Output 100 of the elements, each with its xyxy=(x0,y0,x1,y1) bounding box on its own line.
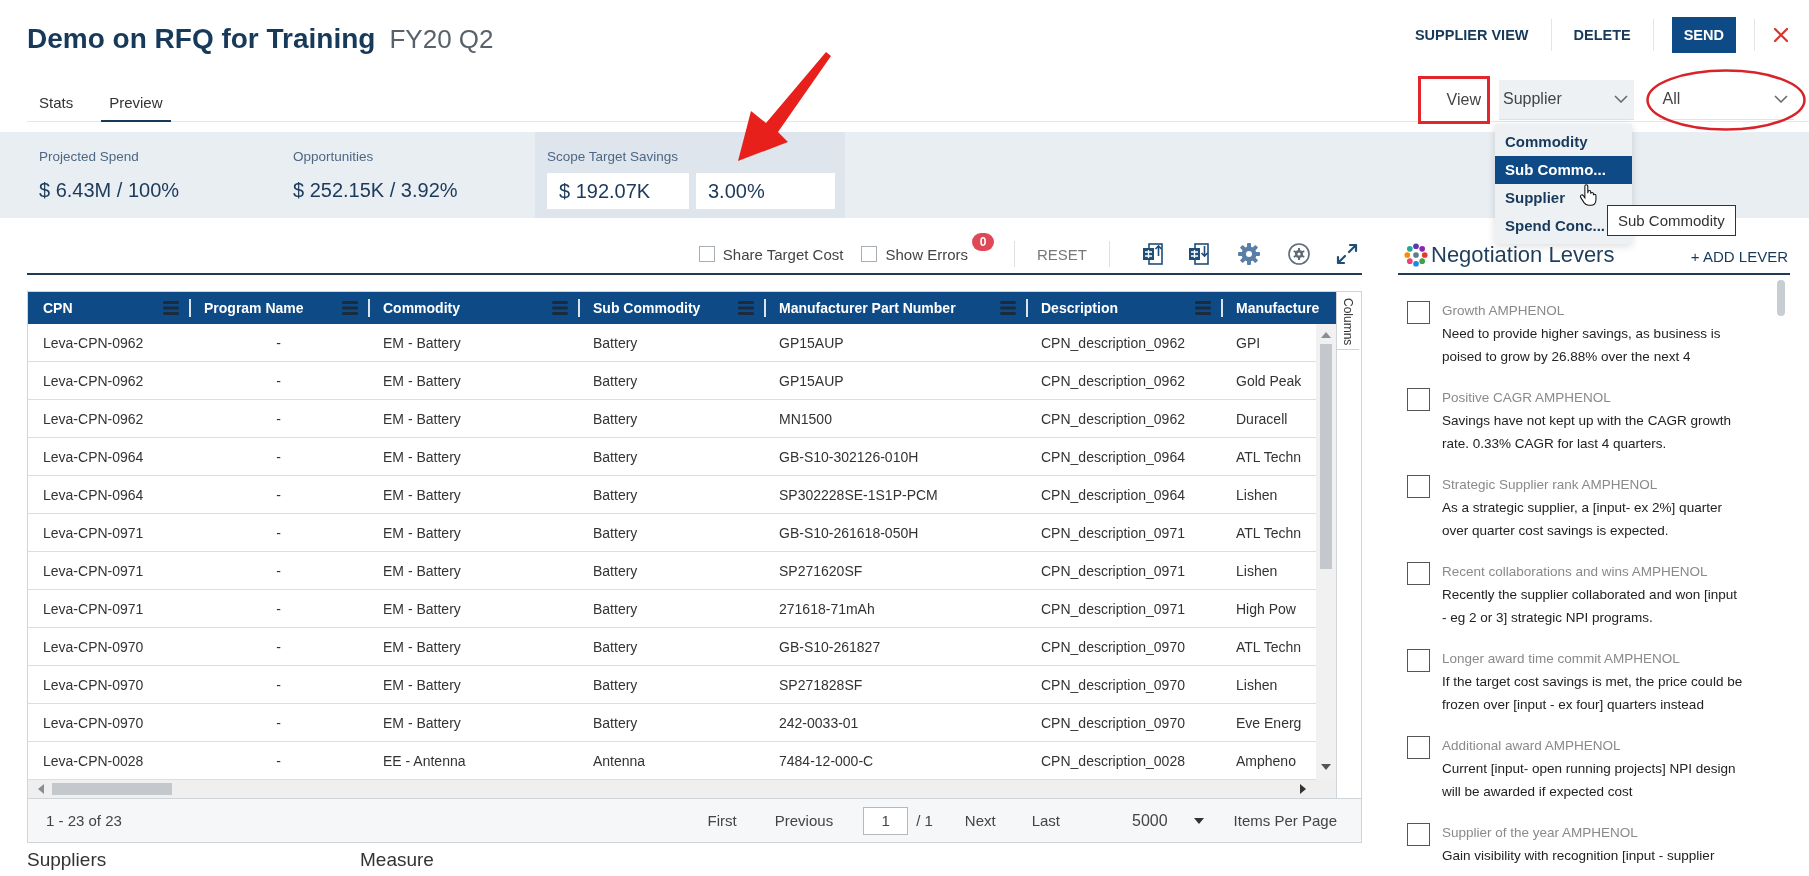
checkbox[interactable] xyxy=(1407,301,1430,324)
link-button[interactable]: DELETE xyxy=(1551,18,1653,52)
value-field[interactable]: 3.00% xyxy=(696,173,835,209)
table-cell: SP271828SF xyxy=(779,676,863,693)
checkbox[interactable] xyxy=(1407,475,1430,498)
caret-right-icon[interactable] xyxy=(1300,784,1306,794)
table-cell: CPN_description_0971 xyxy=(1041,562,1185,579)
column-header[interactable]: Sub Commodity xyxy=(593,300,701,316)
table-cell: Leva-CPN-0971 xyxy=(43,600,144,617)
page-number-field[interactable]: 1 xyxy=(863,806,909,835)
table-cell: - xyxy=(276,486,281,503)
column-header[interactable]: Program Name xyxy=(204,300,304,316)
reset-button[interactable]: RESET xyxy=(1037,241,1087,267)
checkbox[interactable] xyxy=(861,246,878,262)
table-cell: EM - Battery xyxy=(383,638,461,655)
scrollbar-thumb[interactable] xyxy=(1777,280,1785,316)
caret-up-icon[interactable] xyxy=(1321,332,1331,338)
checkbox[interactable] xyxy=(1407,823,1430,846)
gear-icon[interactable] xyxy=(1238,243,1260,265)
table-cell: GP15AUP xyxy=(779,372,844,389)
previous-page-link[interactable]: Previous xyxy=(774,808,834,833)
cog-circle-icon[interactable] xyxy=(1288,243,1310,265)
table-cell: Leva-CPN-0970 xyxy=(43,638,144,655)
scrollbar-thumb[interactable] xyxy=(1320,344,1332,569)
column-header[interactable]: Commodity xyxy=(383,300,460,316)
stat-value: $ 252.15K / 3.92% xyxy=(293,178,459,202)
add-lever-button[interactable]: + ADD LEVER xyxy=(1690,246,1788,267)
caret-down-icon[interactable] xyxy=(1193,817,1204,824)
column-header[interactable]: CPN xyxy=(43,300,73,316)
chevron-down-icon[interactable] xyxy=(1614,95,1628,103)
caret-down-icon[interactable] xyxy=(1321,764,1331,770)
table-cell: Leva-CPN-0964 xyxy=(43,486,144,503)
stat-label: Projected Spend xyxy=(39,149,140,165)
table-cell: MN1500 xyxy=(779,410,832,427)
menu-option[interactable]: Sub Commo... xyxy=(1495,155,1632,184)
tab[interactable]: Preview xyxy=(101,94,171,122)
table-cell: 271618-71mAh xyxy=(779,600,875,617)
table-cell: EM - Battery xyxy=(383,486,461,503)
columns-tab[interactable]: Columns xyxy=(1337,292,1359,350)
primary-button[interactable]: SEND xyxy=(1671,17,1736,53)
panel-title: Negotiation Levers xyxy=(1431,242,1615,267)
checkbox[interactable] xyxy=(698,246,715,262)
close-icon[interactable] xyxy=(1773,27,1789,43)
last-page-link[interactable]: Last xyxy=(1031,808,1060,833)
page-size-select[interactable]: 5000 xyxy=(1132,807,1204,834)
lever-description: Need to provide higher savings, as business is poised to grow by 26.88% over the next 4 xyxy=(1442,325,1722,366)
table-cell: CPN_description_0962 xyxy=(1041,410,1185,427)
checkbox[interactable] xyxy=(1407,649,1430,672)
table-cell: High Pow xyxy=(1236,600,1296,617)
lever-title: Additional award AMPHENOL xyxy=(1442,737,1622,755)
table-cell: Battery xyxy=(593,486,638,503)
spreadsheet-upload-icon[interactable] xyxy=(1142,243,1164,265)
link-button[interactable]: SUPPLIER VIEW xyxy=(1392,18,1551,52)
table-cell: CPN_description_0964 xyxy=(1041,486,1185,503)
lever-title: Recent collaborations and wins AMPHENOL xyxy=(1442,563,1709,581)
checkbox[interactable] xyxy=(1407,388,1430,411)
column-header[interactable]: Description xyxy=(1041,300,1118,316)
stat-label: Scope Target Savings xyxy=(547,149,680,165)
table-cell: CPN_description_0971 xyxy=(1041,600,1185,617)
column-header[interactable]: Manufacture xyxy=(1236,300,1320,316)
scrollbar-thumb[interactable] xyxy=(52,783,172,795)
checkbox[interactable] xyxy=(1407,562,1430,585)
first-page-link[interactable]: First xyxy=(707,808,737,833)
hand-cursor-icon xyxy=(1579,183,1597,206)
lever-title: Longer award time commit AMPHENOL xyxy=(1442,650,1681,668)
menu-option[interactable]: Commodity xyxy=(1495,127,1632,156)
value-field[interactable]: $ 192.07K xyxy=(547,173,689,209)
chevron-down-icon[interactable] xyxy=(1773,95,1788,103)
record-count: 1 - 23 of 23 xyxy=(46,812,122,829)
spreadsheet-download-icon[interactable] xyxy=(1188,243,1210,265)
column-header[interactable]: Manufacturer Part Number xyxy=(779,300,956,316)
table-cell: ATL Techn xyxy=(1236,448,1302,465)
table-cell: CPN_description_0962 xyxy=(1041,334,1185,351)
table-cell: Battery xyxy=(593,524,638,541)
table-cell: - xyxy=(276,524,281,541)
tab[interactable]: Stats xyxy=(31,94,82,122)
table-cell: GPI xyxy=(1236,334,1261,351)
table-cell: EM - Battery xyxy=(383,676,461,693)
table-cell: Battery xyxy=(593,600,638,617)
view-label: View xyxy=(1446,90,1481,109)
view-select[interactable]: Supplier xyxy=(1499,79,1634,120)
table-cell: Battery xyxy=(593,334,638,351)
table-cell: Battery xyxy=(593,372,638,389)
table-cell: Battery xyxy=(593,448,638,465)
checkbox[interactable] xyxy=(1407,736,1430,759)
expand-icon[interactable] xyxy=(1336,243,1358,265)
table-cell: Antenna xyxy=(593,752,646,769)
count-badge: 0 xyxy=(972,232,994,251)
caret-left-icon[interactable] xyxy=(38,784,44,794)
table-cell: - xyxy=(276,562,281,579)
table-cell: EE - Antenna xyxy=(383,752,466,769)
table-cell: EM - Battery xyxy=(383,410,461,427)
table-cell: Battery xyxy=(593,714,638,731)
table-cell: EM - Battery xyxy=(383,334,461,351)
lever-title: Supplier of the year AMPHENOL xyxy=(1442,824,1639,842)
stat-label: Opportunities xyxy=(293,149,375,165)
table-cell: ATL Techn xyxy=(1236,524,1302,541)
table-cell: GB-S10-302126-010H xyxy=(779,448,919,465)
next-page-link[interactable]: Next xyxy=(964,808,996,833)
table-cell: Gold Peak xyxy=(1236,372,1302,389)
